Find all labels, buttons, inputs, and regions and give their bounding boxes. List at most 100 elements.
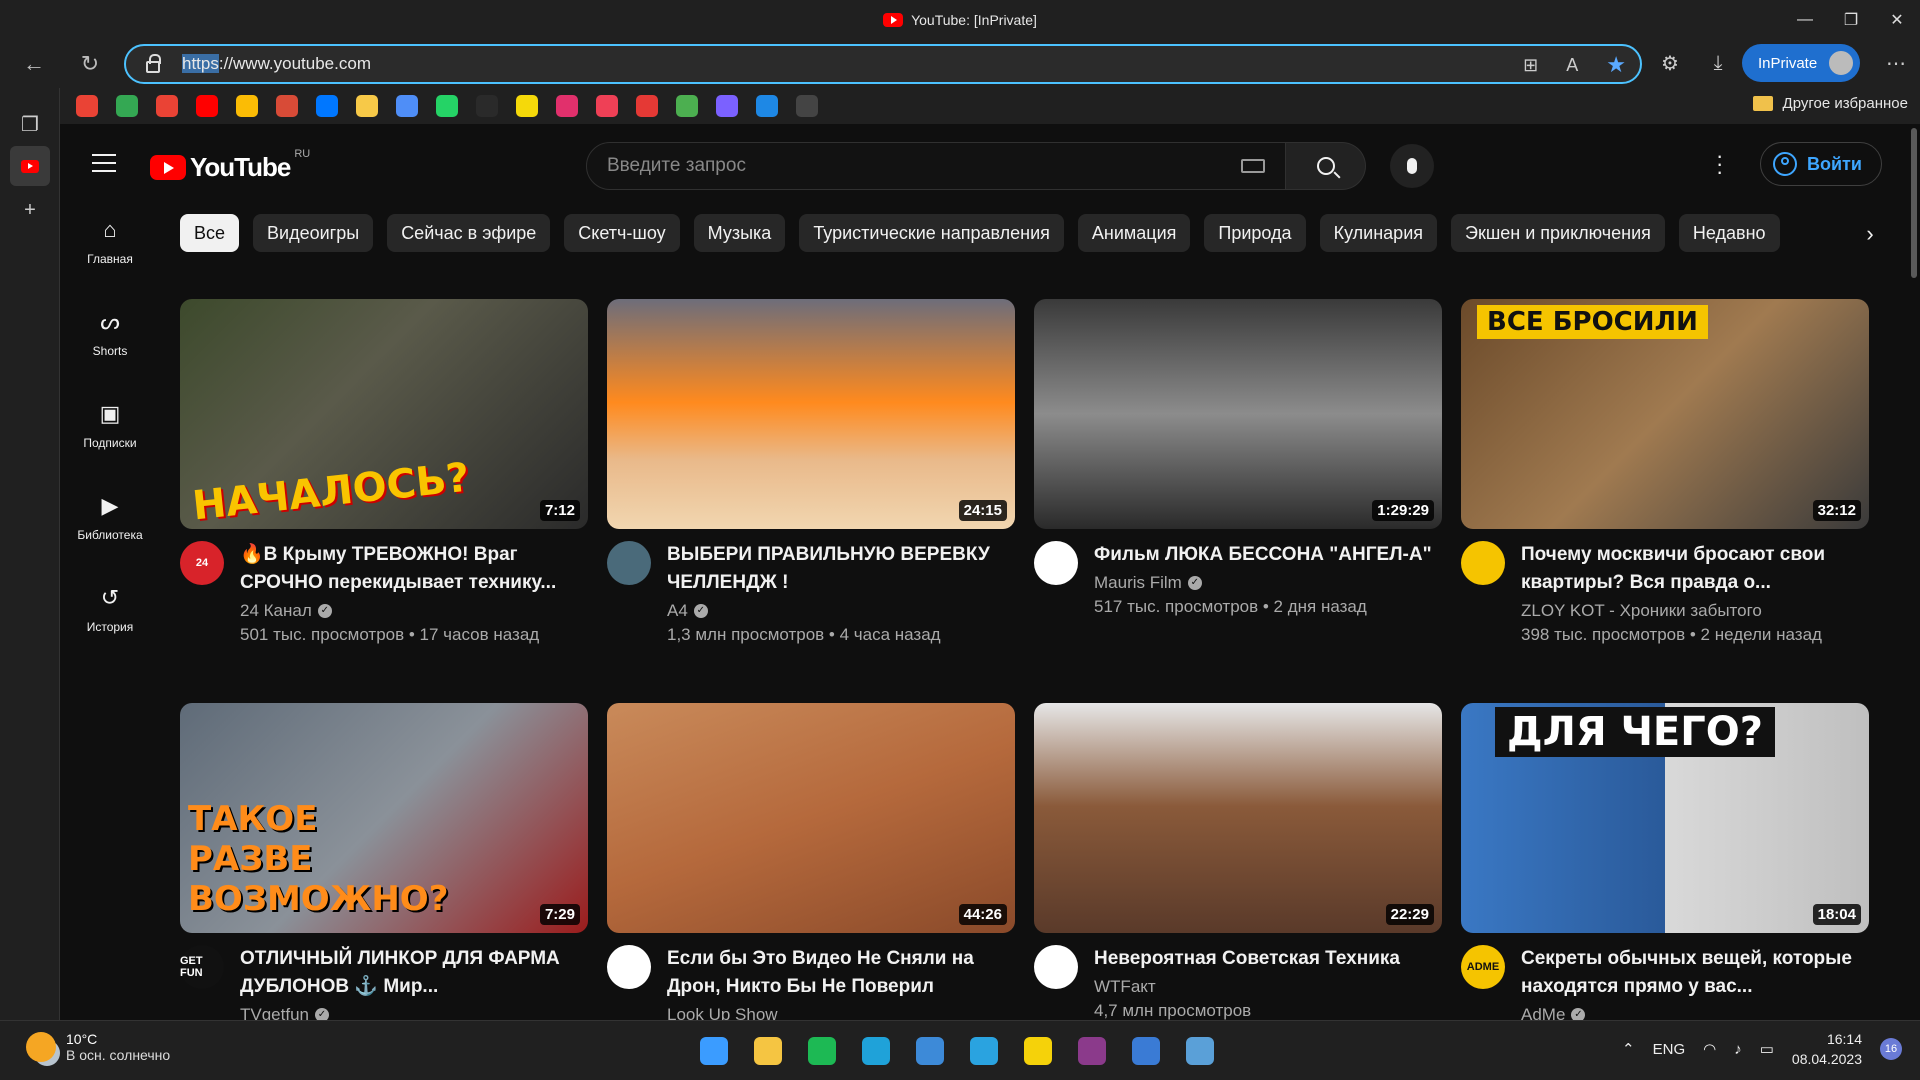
channel-name[interactable]: Mauris Film bbox=[1094, 573, 1182, 593]
youtube-logo[interactable]: YouTube RU bbox=[150, 148, 310, 183]
app-yellow-icon[interactable] bbox=[516, 95, 538, 117]
spotify-icon[interactable] bbox=[476, 95, 498, 117]
video-card[interactable]: 24:15 ВЫБЕРИ ПРАВИЛЬНУЮ ВЕРЕВКУ ЧЕЛЛЕНДЖ … bbox=[607, 299, 1015, 645]
channel-name[interactable]: WTFакт bbox=[1094, 977, 1156, 997]
chip[interactable]: Недавно bbox=[1678, 214, 1780, 252]
chip[interactable]: Туристические направления bbox=[799, 214, 1064, 252]
chip[interactable]: Все bbox=[180, 214, 240, 252]
back-button[interactable]: ← bbox=[18, 48, 50, 80]
channel-name[interactable]: 24 Канал bbox=[240, 601, 312, 621]
video-card[interactable]: ВСЕ БРОСИЛИ 32:12 Почему москвичи бросают … bbox=[1461, 299, 1869, 645]
chip[interactable]: Экшен и приключения bbox=[1451, 214, 1665, 252]
scrollbar[interactable] bbox=[1908, 124, 1920, 1020]
settings-menu-icon[interactable]: · · · bbox=[1716, 145, 1723, 183]
video-card[interactable]: 1:29:29 Фильм ЛЮКА БЕССОНА "АНГЕЛ-А" Mauri… bbox=[1034, 299, 1442, 617]
youtube-icon[interactable] bbox=[196, 95, 218, 117]
voice-search-button[interactable] bbox=[1390, 144, 1434, 188]
chip[interactable]: Анимация bbox=[1077, 214, 1191, 252]
video-thumbnail[interactable]: ТАКОЕ РАЗВЕ ВОЗМОЖНО? 7:29 bbox=[180, 703, 588, 933]
reload-button[interactable]: ↻ bbox=[74, 48, 106, 80]
gmail-icon[interactable] bbox=[76, 95, 98, 117]
channel-avatar[interactable] bbox=[607, 945, 651, 989]
new-tab-button[interactable]: + bbox=[10, 190, 50, 230]
app-red-icon[interactable] bbox=[636, 95, 658, 117]
chevron-up-icon[interactable]: ⌃ bbox=[1622, 1040, 1635, 1058]
channel-avatar[interactable] bbox=[1461, 541, 1505, 585]
downloads-icon[interactable]: ⤓ bbox=[1694, 52, 1742, 75]
video-card[interactable]: 22:29 Невероятная Советская Техника WTFакт… bbox=[1034, 703, 1442, 1020]
app-icon[interactable] bbox=[276, 95, 298, 117]
address-bar[interactable]: https://www.youtube.com ⊞ A ★ bbox=[124, 44, 1642, 84]
keyboard-icon[interactable] bbox=[1241, 159, 1265, 173]
volume-icon[interactable]: ♪ bbox=[1734, 1041, 1742, 1058]
chip[interactable]: Сейчас в эфире bbox=[387, 214, 551, 252]
chip[interactable]: Кулинария bbox=[1319, 214, 1437, 252]
guide-item-1[interactable]: ᔕ Shorts bbox=[64, 296, 156, 370]
video-thumbnail[interactable]: 24:15 bbox=[607, 299, 1015, 529]
other-favorites-folder[interactable]: Другое избранное bbox=[1752, 95, 1908, 112]
chip[interactable]: Скетч-шоу bbox=[564, 214, 680, 252]
video-title[interactable]: ВЫБЕРИ ПРАВИЛЬНУЮ ВЕРЕВКУ ЧЕЛЛЕНДЖ ! bbox=[667, 541, 1011, 597]
instagram-icon[interactable] bbox=[556, 95, 578, 117]
spotify-taskbar-button[interactable] bbox=[802, 1031, 842, 1071]
app-4-icon[interactable] bbox=[396, 95, 418, 117]
guide-item-0[interactable]: ⌂ Главная bbox=[64, 204, 156, 278]
video-thumbnail[interactable]: 22:29 bbox=[1034, 703, 1442, 933]
vk-icon[interactable] bbox=[316, 95, 338, 117]
video-card[interactable]: ТАКОЕ РАЗВЕ ВОЗМОЖНО? 7:29 GET FUN ОТЛИЧНЫЙ… bbox=[180, 703, 588, 1020]
google-maps-icon[interactable] bbox=[156, 95, 178, 117]
chip[interactable]: Видеоигры bbox=[253, 214, 374, 252]
battery-icon[interactable]: ▭ bbox=[1760, 1040, 1774, 1058]
video-thumbnail[interactable]: ВСЕ БРОСИЛИ 32:12 bbox=[1461, 299, 1869, 529]
url-text[interactable]: https://www.youtube.com bbox=[182, 54, 371, 74]
whatsapp-icon[interactable] bbox=[436, 95, 458, 117]
extensions-icon[interactable]: ⚙ bbox=[1646, 51, 1694, 76]
chip[interactable]: Музыка bbox=[693, 214, 786, 252]
video-thumbnail[interactable]: НАЧАЛОСЬ? 7:12 bbox=[180, 299, 588, 529]
close-button[interactable]: ✕ bbox=[1874, 0, 1920, 40]
google-photos-icon[interactable] bbox=[236, 95, 258, 117]
language-indicator[interactable]: ENG bbox=[1653, 1041, 1686, 1058]
favorite-star-icon[interactable]: ★ bbox=[1606, 52, 1626, 78]
chip[interactable]: Природа bbox=[1204, 214, 1306, 252]
search-button[interactable] bbox=[1286, 142, 1366, 190]
video-thumbnail[interactable]: ДЛЯ ЧЕГО? 18:04 bbox=[1461, 703, 1869, 933]
chevron-right-icon[interactable]: › bbox=[1850, 214, 1890, 254]
pocket-icon[interactable] bbox=[596, 95, 618, 117]
channel-name[interactable]: AdMe bbox=[1521, 1005, 1565, 1020]
channel-avatar[interactable] bbox=[1034, 945, 1078, 989]
channel-avatar[interactable]: 24 bbox=[180, 541, 224, 585]
video-title[interactable]: Почему москвичи бросают свои квартиры? В… bbox=[1521, 541, 1865, 597]
channel-name[interactable]: ZLOY KOT - Хроники забытого bbox=[1521, 601, 1762, 621]
apps-icon[interactable]: ⊞ bbox=[1523, 55, 1538, 76]
guide-item-3[interactable]: ▶ Библиотека bbox=[64, 480, 156, 554]
tab-youtube[interactable] bbox=[10, 146, 50, 186]
qbittorrent-taskbar-button[interactable] bbox=[910, 1031, 950, 1071]
video-title[interactable]: Если бы Это Видео Не Сняли на Дрон, Никт… bbox=[667, 945, 1011, 1001]
read-aloud-icon[interactable]: A bbox=[1566, 55, 1578, 76]
video-title[interactable]: Секреты обычных вещей, которые находятся… bbox=[1521, 945, 1865, 1001]
channel-name[interactable]: A4 bbox=[667, 601, 688, 621]
app-blue-icon[interactable] bbox=[756, 95, 778, 117]
winrar-taskbar-button[interactable] bbox=[1072, 1031, 1112, 1071]
video-title[interactable]: ОТЛИЧНЫЙ ЛИНКОР ДЛЯ ФАРМА ДУБЛОНОВ ⚓ Мир… bbox=[240, 945, 584, 1001]
edge-taskbar-button[interactable] bbox=[856, 1031, 896, 1071]
video-title[interactable]: Фильм ЛЮКА БЕССОНА "АНГЕЛ-А" bbox=[1094, 541, 1438, 569]
video-thumbnail[interactable]: 44:26 bbox=[607, 703, 1015, 933]
sign-in-button[interactable]: Войти bbox=[1760, 142, 1882, 186]
notes-icon[interactable] bbox=[356, 95, 378, 117]
clock[interactable]: 16:14 08.04.2023 bbox=[1792, 1029, 1862, 1069]
channel-name[interactable]: TVgetfun bbox=[240, 1005, 309, 1020]
video-title[interactable]: Невероятная Советская Техника bbox=[1094, 945, 1438, 973]
weather-widget[interactable]: 10°C В осн. солнечно bbox=[26, 1031, 170, 1063]
guide-item-2[interactable]: ▣ Подписки bbox=[64, 388, 156, 462]
video-card[interactable]: 44:26 Если бы Это Видео Не Сняли на Дрон,… bbox=[607, 703, 1015, 1020]
notification-badge[interactable]: 16 bbox=[1880, 1038, 1902, 1060]
start-taskbar-button[interactable] bbox=[694, 1031, 734, 1071]
photos-taskbar-button[interactable] bbox=[1180, 1031, 1220, 1071]
file-explorer-taskbar-button[interactable] bbox=[748, 1031, 788, 1071]
channel-name[interactable]: Look Up Show bbox=[667, 1005, 778, 1020]
guide-menu-icon[interactable] bbox=[92, 154, 116, 172]
app-puzzle-icon[interactable] bbox=[716, 95, 738, 117]
tab-actions-icon[interactable]: ❐ bbox=[10, 104, 50, 144]
